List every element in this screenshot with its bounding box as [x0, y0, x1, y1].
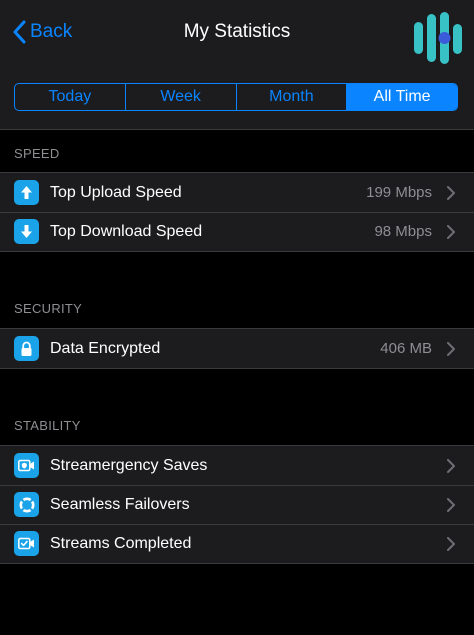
row-label: Top Download Speed — [50, 222, 203, 240]
page-title: My Statistics — [183, 21, 291, 42]
segment-all-time[interactable]: All Time — [347, 84, 457, 110]
row-top-upload-speed[interactable]: Top Upload Speed 199 Mbps — [0, 173, 474, 212]
chevron-right-icon — [447, 185, 455, 200]
row-top-download-speed[interactable]: Top Download Speed 98 Mbps — [0, 212, 474, 251]
row-value: 199 Mbps — [366, 184, 432, 201]
row-label: Streamergency Saves — [50, 456, 208, 474]
upload-arrow-icon — [14, 180, 39, 205]
segment-label: Month — [269, 88, 314, 105]
speed-group: Top Upload Speed 199 Mbps Top Download S… — [0, 172, 474, 252]
row-label: Top Upload Speed — [50, 183, 182, 201]
lifebuoy-icon — [14, 492, 39, 517]
stability-group: Streamergency Saves Seamless Failovers S… — [0, 445, 474, 564]
chevron-right-icon — [447, 458, 455, 473]
segment-today[interactable]: Today — [15, 84, 126, 110]
row-streamergency-saves[interactable]: Streamergency Saves — [0, 446, 474, 485]
row-value: 406 MB — [380, 340, 432, 357]
row-label: Data Encrypted — [50, 339, 161, 357]
section-header-stability: STABILITY — [14, 418, 81, 433]
lock-icon — [14, 336, 39, 361]
time-range-bar: Today Week Month All Time — [0, 64, 474, 130]
segment-label: Today — [48, 88, 92, 105]
navigation-bar: Back My Statistics — [0, 0, 474, 64]
section-header-security: SECURITY — [14, 301, 83, 316]
row-value: 98 Mbps — [374, 223, 432, 240]
chevron-right-icon — [447, 497, 455, 512]
row-data-encrypted[interactable]: Data Encrypted 406 MB — [0, 329, 474, 368]
video-camera-shield-icon — [14, 453, 39, 478]
chevron-right-icon — [447, 341, 455, 356]
app-logo-icon — [414, 12, 462, 64]
segment-week[interactable]: Week — [126, 84, 237, 110]
chevron-right-icon — [447, 224, 455, 239]
row-seamless-failovers[interactable]: Seamless Failovers — [0, 485, 474, 524]
row-label: Seamless Failovers — [50, 495, 190, 513]
row-label: Streams Completed — [50, 534, 192, 552]
row-streams-completed[interactable]: Streams Completed — [0, 524, 474, 563]
time-range-segmented-control: Today Week Month All Time — [14, 83, 458, 111]
security-group: Data Encrypted 406 MB — [0, 328, 474, 369]
section-header-speed: SPEED — [14, 146, 60, 161]
chevron-right-icon — [447, 536, 455, 551]
download-arrow-icon — [14, 219, 39, 244]
segment-label: All Time — [373, 88, 431, 105]
segment-label: Week — [160, 88, 201, 105]
video-camera-check-icon — [14, 531, 39, 556]
segment-month[interactable]: Month — [237, 84, 348, 110]
